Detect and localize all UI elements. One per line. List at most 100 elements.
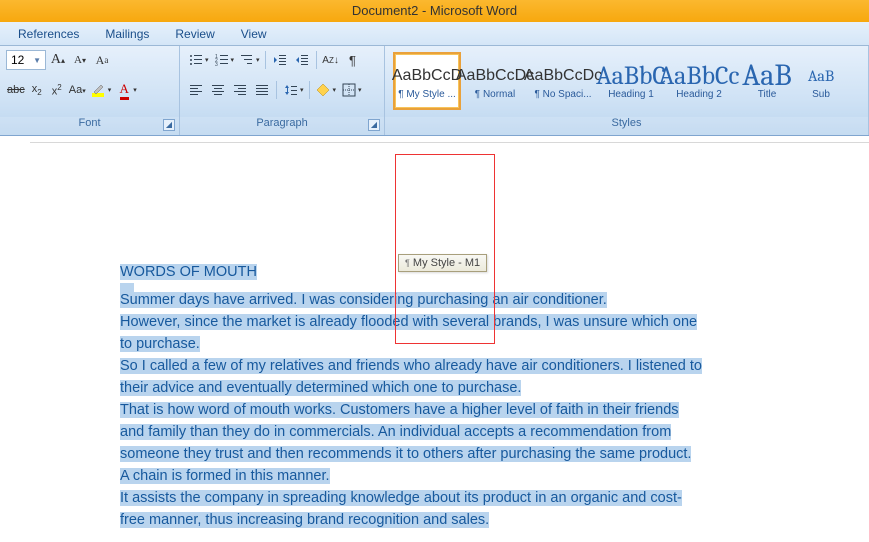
increase-indent-button[interactable] [292,50,312,70]
font-size-combo[interactable]: 12 ▼ [6,50,46,70]
style-tile-2[interactable]: AaBbCcDc¶ No Spaci... [529,52,597,110]
subscript-button[interactable]: x2 [28,80,46,100]
numbering-icon: 123 [213,51,231,69]
grow-font-icon: A▴ [49,51,67,69]
shading-icon [315,81,333,99]
font-color-button[interactable]: A▾ [114,80,138,100]
multilevel-list-button[interactable]: ▾ [237,50,261,70]
doc-line[interactable]: So I called a few of my relatives and fr… [120,355,779,377]
align-right-button[interactable] [230,80,250,100]
style-tile-5[interactable]: AaBTitle [733,52,801,110]
font-size-value: 12 [11,53,24,67]
style-sample-text: AaB [808,63,834,89]
window-titlebar: Document2 - Microsoft Word [0,0,869,22]
shading-button[interactable]: ▾ [314,80,338,100]
doc-line[interactable]: their advice and eventually determined w… [120,377,779,399]
doc-line[interactable]: to purchase. [120,333,779,355]
style-name-text: ¶ My Style ... [398,89,456,100]
doc-line[interactable]: A chain is formed in this manner. [120,465,779,487]
tab-review[interactable]: Review [175,27,214,41]
ribbon: 12 ▼ A▴ A▾ Aa abc x2 x2 Aa▾ ▾ A▾ Font ◢ [0,46,869,136]
style-sample-text: AaB [742,63,791,89]
show-marks-button[interactable]: ¶ [343,50,363,70]
increase-indent-icon [293,51,311,69]
style-tooltip: ¶ ¶ My Style - M1My Style - M1 [398,254,487,272]
numbering-button[interactable]: 123▾ [212,50,236,70]
document-page[interactable]: WORDS OF MOUTH Summer days have arrived.… [30,142,869,542]
chevron-down-icon: ▼ [33,56,41,65]
styles-gallery[interactable]: AaBbCcD¶ My Style ...AaBbCcDc¶ NormalAaB… [393,52,841,110]
decrease-indent-button[interactable] [270,50,290,70]
highlight-button[interactable]: ▾ [89,80,113,100]
align-right-icon [231,81,249,99]
paragraph-dialog-launcher[interactable]: ◢ [368,119,380,131]
doc-line[interactable]: It assists the company in spreading know… [120,487,779,509]
style-name-text: Sub [812,89,830,100]
group-paragraph: ▾ 123▾ ▾ AZ↓ ¶ ▾ ▾ ▾ [180,46,385,135]
pilcrow-icon: ¶ [344,51,362,69]
tab-view[interactable]: View [241,27,267,41]
change-case-icon: Aa▾ [69,84,86,96]
group-paragraph-label-text: Paragraph [256,117,307,129]
grow-font-button[interactable]: A▴ [48,50,68,70]
align-left-icon [187,81,205,99]
shrink-font-icon: A▾ [71,51,89,69]
change-case-button[interactable]: Aa▾ [68,80,87,100]
doc-line[interactable]: and family than they do in commercials. … [120,421,779,443]
strikethrough-button[interactable]: abc [6,80,26,100]
style-sample-text: AaBbCcDc [456,63,534,89]
shrink-font-button[interactable]: A▾ [70,50,90,70]
multilevel-list-icon [238,51,256,69]
style-name-text: ¶ No Spaci... [534,89,591,100]
ribbon-tabs: References Mailings Review View [0,22,869,46]
clear-formatting-button[interactable]: Aa [92,50,112,70]
style-name-text: Heading 1 [608,89,654,100]
style-sample-text: AaBbC [596,63,666,89]
justify-button[interactable] [252,80,272,100]
sort-button[interactable]: AZ↓ [321,50,341,70]
doc-line[interactable]: free manner, thus increasing brand recog… [120,509,779,531]
font-color-icon: A [115,81,133,99]
group-font-label-text: Font [78,117,100,129]
style-sample-text: AaBbCcDc [524,63,602,89]
subscript-icon: x2 [32,83,42,97]
doc-line[interactable]: However, since the market is already flo… [120,311,779,333]
line-spacing-button[interactable]: ▾ [281,80,305,100]
group-styles: AaBbCcD¶ My Style ...AaBbCcDc¶ NormalAaB… [385,46,869,135]
style-name-text: ¶ Normal [475,89,515,100]
font-dialog-launcher[interactable]: ◢ [163,119,175,131]
superscript-button[interactable]: x2 [48,80,66,100]
bullets-button[interactable]: ▾ [186,50,210,70]
align-center-button[interactable] [208,80,228,100]
group-paragraph-label: Paragraph ◢ [180,117,384,135]
group-styles-label: Styles [385,117,868,135]
group-styles-label-text: Styles [612,117,642,129]
doc-line[interactable]: someone they trust and then recommends i… [120,443,779,465]
style-tile-0[interactable]: AaBbCcD¶ My Style ... [393,52,461,110]
sort-icon: AZ↓ [322,51,340,69]
style-sample-text: AaBbCcD [392,63,462,89]
align-left-button[interactable] [186,80,206,100]
align-center-icon [209,81,227,99]
strikethrough-icon: abc [7,84,25,96]
doc-line[interactable]: That is how word of mouth works. Custome… [120,399,779,421]
tab-mailings[interactable]: Mailings [105,27,149,41]
document-area[interactable]: ¶ ¶ My Style - M1My Style - M1 WORDS OF … [0,136,869,542]
style-tile-3[interactable]: AaBbCHeading 1 [597,52,665,110]
group-font: 12 ▼ A▴ A▾ Aa abc x2 x2 Aa▾ ▾ A▾ Font ◢ [0,46,180,135]
borders-icon [340,81,358,99]
borders-button[interactable]: ▾ [339,80,363,100]
style-tile-1[interactable]: AaBbCcDc¶ Normal [461,52,529,110]
tab-references[interactable]: References [18,27,79,41]
style-name-text: Title [758,89,777,100]
group-font-label: Font ◢ [0,117,179,135]
doc-line[interactable]: Summer days have arrived. I was consider… [120,289,779,311]
decrease-indent-icon [271,51,289,69]
style-tile-4[interactable]: AaBbCcHeading 2 [665,52,733,110]
style-name-text: Heading 2 [676,89,722,100]
highlight-icon [90,81,108,99]
style-tile-6[interactable]: AaBSub [801,52,841,110]
superscript-icon: x2 [52,83,62,98]
justify-icon [253,81,271,99]
svg-text:3: 3 [215,62,218,67]
